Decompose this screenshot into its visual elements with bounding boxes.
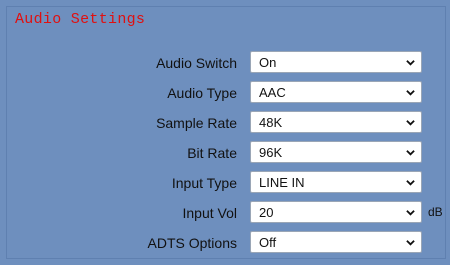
adts-options-label: ADTS Options [147, 235, 237, 251]
audio-type-label: Audio Type [167, 85, 237, 101]
chevron-down-icon [406, 90, 415, 96]
audio-switch-select[interactable]: On [250, 51, 422, 73]
sample-rate-row: Sample Rate 48K [7, 111, 447, 135]
audio-type-value: AAC [259, 85, 286, 100]
audio-switch-label: Audio Switch [156, 55, 237, 71]
input-type-value: LINE IN [259, 175, 305, 190]
chevron-down-icon [406, 120, 415, 126]
bit-rate-row: Bit Rate 96K [7, 141, 447, 165]
sample-rate-select[interactable]: 48K [250, 111, 422, 133]
input-vol-value: 20 [259, 205, 274, 220]
audio-switch-value: On [259, 55, 277, 70]
input-vol-select[interactable]: 20 [250, 201, 422, 223]
input-type-label: Input Type [171, 175, 237, 191]
adts-options-value: Off [259, 235, 277, 250]
audio-type-row: Audio Type AAC [7, 81, 447, 105]
audio-type-select[interactable]: AAC [250, 81, 422, 103]
chevron-down-icon [406, 150, 415, 156]
adts-options-row: ADTS Options Off [7, 231, 447, 255]
bit-rate-select[interactable]: 96K [250, 141, 422, 163]
input-vol-label: Input Vol [182, 205, 238, 221]
sample-rate-label: Sample Rate [156, 115, 237, 131]
audio-switch-row: Audio Switch On [7, 51, 447, 75]
input-vol-unit: dB [428, 205, 443, 219]
chevron-down-icon [406, 180, 415, 186]
input-type-select[interactable]: LINE IN [250, 171, 422, 193]
chevron-down-icon [406, 210, 415, 216]
audio-settings-panel: Audio Settings Audio Switch On Audio Typ… [6, 6, 446, 259]
adts-options-select[interactable]: Off [250, 231, 422, 253]
panel-title: Audio Settings [15, 11, 146, 28]
chevron-down-icon [406, 240, 415, 246]
bit-rate-value: 96K [259, 145, 283, 160]
bit-rate-label: Bit Rate [187, 145, 237, 161]
chevron-down-icon [406, 60, 415, 66]
input-vol-row: Input Vol 20 dB [7, 201, 447, 225]
input-type-row: Input Type LINE IN [7, 171, 447, 195]
sample-rate-value: 48K [259, 115, 283, 130]
